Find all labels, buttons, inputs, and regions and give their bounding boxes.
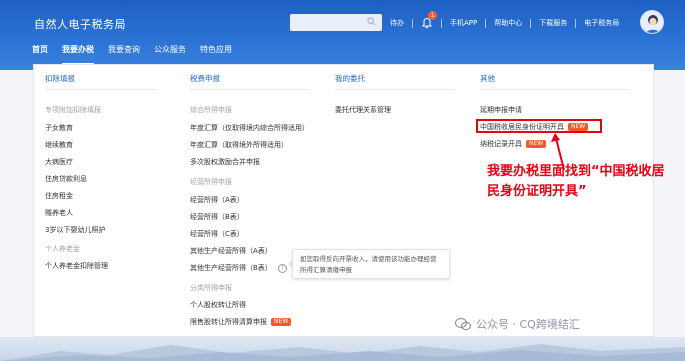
notification-badge: 1 [428, 11, 437, 20]
divider [575, 18, 577, 28]
menu-item-equity-incentive[interactable]: 多次股权激励合并申报 [190, 157, 260, 167]
tab-do-tax[interactable]: 我要办税 [62, 44, 94, 65]
menu-item-label: 纳税记录开具 [480, 140, 522, 148]
menu-item-housing-rent[interactable]: 住房租金 [45, 191, 73, 201]
menu-item-elderly-support[interactable]: 赡养老人 [45, 208, 73, 218]
menu-item-restricted-stock[interactable]: 限售股转让所得清算申报 NEW [190, 317, 292, 327]
tab-home[interactable]: 首页 [32, 44, 48, 60]
annotation-text: 我要办税里面找到“中国税收居民身份证明开具” [487, 164, 665, 199]
group-label: 分类所得申报 [190, 284, 232, 292]
menu-item-business-b[interactable]: 经营所得（B表） [190, 212, 244, 222]
menu-item-pension-deduction[interactable]: 个人养老金扣除管理 [45, 261, 108, 271]
divider [530, 18, 532, 28]
menu-item-other-business-b[interactable]: 其他生产经营所得（B表）? [190, 263, 287, 273]
watermark: 公众号 · CQ跨境结汇 [455, 316, 580, 332]
search-input[interactable] [290, 14, 382, 31]
tab-query[interactable]: 我要查询 [108, 44, 140, 60]
menu-item-business-a[interactable]: 经营所得（A表） [190, 195, 244, 205]
menu-item-label: 其他生产经营所得（B表） [190, 264, 272, 272]
divider [335, 89, 455, 90]
divider [441, 18, 442, 28]
new-badge: NEW [271, 318, 292, 326]
column-title-my-entrust[interactable]: 我的委托 [335, 73, 365, 84]
help-icon[interactable]: ? [277, 263, 287, 273]
help-tooltip: 如您取得反向开票收入，请使用该功能办理经营所得汇算清缴申报 [288, 249, 450, 279]
divider [485, 18, 487, 28]
avatar[interactable] [640, 10, 664, 34]
menu-item-annual-domestic[interactable]: 年度汇算（仅取得境内综合所得适用） [190, 123, 309, 133]
column-title-tax-filing[interactable]: 税费申报 [190, 73, 220, 84]
menu-item-mortgage-interest[interactable]: 住房贷款利息 [45, 174, 87, 184]
help-center-link[interactable]: 帮助中心 [494, 18, 522, 28]
menu-item-business-c[interactable]: 经营所得（C表） [190, 229, 244, 239]
menu-item-label: 限售股转让所得清算申报 [190, 318, 267, 326]
menu-item-serious-illness[interactable]: 大病医疗 [45, 157, 73, 167]
menu-item-annual-overseas[interactable]: 年度汇算（取得境外所得适用） [190, 140, 288, 150]
notification-button[interactable]: 1 [421, 11, 437, 29]
group-label: 专项附加扣除填报 [45, 106, 101, 114]
column-title-other[interactable]: 其他 [480, 73, 495, 84]
top-links: 待办 1 手机APP 帮助中心 下载服务 电子税务局 [390, 11, 619, 29]
divider [480, 89, 630, 90]
menu-item-continuing-education[interactable]: 继续教育 [45, 140, 73, 150]
wechat-icon [455, 317, 471, 331]
menu-item-infant-care[interactable]: 3岁以下婴幼儿照护 [45, 225, 105, 235]
tab-featured-apps[interactable]: 特色应用 [200, 44, 232, 60]
menu-item-other-business-a[interactable]: 其他生产经营所得（A表） [190, 246, 272, 256]
site-title[interactable]: 自然人电子税务局 [34, 16, 126, 32]
group-label: 个人养老金 [45, 245, 80, 253]
mobile-app-link[interactable]: 手机APP [450, 18, 477, 28]
tab-public-service[interactable]: 公众服务 [154, 44, 186, 60]
main-nav: 首页 我要办税 我要查询 公众服务 特色应用 [32, 44, 232, 65]
watermark-text: 公众号 · CQ跨境结汇 [476, 318, 580, 331]
group-label: 经营所得申报 [190, 178, 232, 186]
menu-item-extension-request[interactable]: 延期申报申请 [480, 105, 522, 115]
column-title-deduction[interactable]: 扣除填报 [45, 73, 75, 84]
highlight-box [476, 119, 602, 133]
user-avatar-icon [645, 15, 661, 33]
menu-item-child-education[interactable]: 子女教育 [45, 123, 73, 133]
bottom-banner [0, 337, 685, 361]
menu-item-entrust-management[interactable]: 委托代理关系管理 [335, 105, 391, 115]
divider [412, 18, 413, 28]
download-link[interactable]: 下载服务 [539, 18, 567, 28]
mountain-decoration [0, 344, 685, 361]
menu-item-tax-record[interactable]: 纳税记录开具 NEW [480, 139, 547, 149]
e-tax-bureau-link[interactable]: 电子税务局 [584, 18, 619, 28]
search-icon[interactable] [367, 17, 376, 26]
divider [45, 89, 157, 90]
divider [190, 89, 310, 90]
top-header: 自然人电子税务局 待办 1 手机APP 帮助中心 下载服务 电子税务局 首页 我… [0, 0, 685, 70]
todo-link[interactable]: 待办 [390, 18, 404, 28]
group-label: 综合所得申报 [190, 106, 232, 114]
new-badge: NEW [526, 140, 547, 148]
menu-item-equity-transfer[interactable]: 个人股权转让所得 [190, 300, 246, 310]
